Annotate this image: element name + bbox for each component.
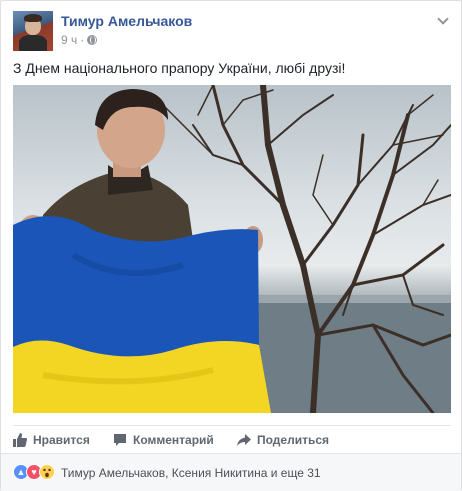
- post-header: Тимур Амельчаков 9 ч ·: [13, 11, 451, 51]
- share-label: Поделиться: [257, 433, 330, 447]
- like-label: Нравится: [33, 433, 90, 447]
- reactions-bar: ▲ ♥ Тимур Амельчаков, Ксения Никитина и …: [1, 453, 461, 491]
- globe-icon[interactable]: [87, 35, 98, 45]
- share-button[interactable]: Поделиться: [237, 433, 329, 447]
- share-icon: [237, 434, 251, 446]
- like-button[interactable]: Нравится: [13, 433, 90, 447]
- wow-icon[interactable]: [39, 464, 55, 480]
- post-actions: Нравится Комментарий Поделиться: [13, 425, 451, 453]
- reaction-names[interactable]: Тимур Амельчаков, Ксения Никитина и еще …: [61, 466, 321, 480]
- reaction-icons[interactable]: ▲ ♥: [13, 464, 59, 480]
- chevron-down-icon[interactable]: [437, 13, 449, 25]
- meta-separator: ·: [80, 33, 85, 47]
- post-card: Тимур Амельчаков 9 ч · З Днем національно…: [0, 0, 462, 491]
- post-text: З Днем національного прапору України, лю…: [13, 60, 346, 76]
- post-photo[interactable]: [13, 85, 451, 413]
- post-meta: 9 ч ·: [61, 33, 98, 47]
- thumbs-up-icon: [13, 433, 27, 447]
- comment-icon: [114, 434, 126, 446]
- avatar[interactable]: [13, 11, 53, 51]
- post-time[interactable]: 9 ч: [61, 33, 77, 47]
- comment-label: Комментарий: [133, 433, 214, 447]
- author-name[interactable]: Тимур Амельчаков: [61, 13, 192, 29]
- comment-button[interactable]: Комментарий: [113, 433, 214, 447]
